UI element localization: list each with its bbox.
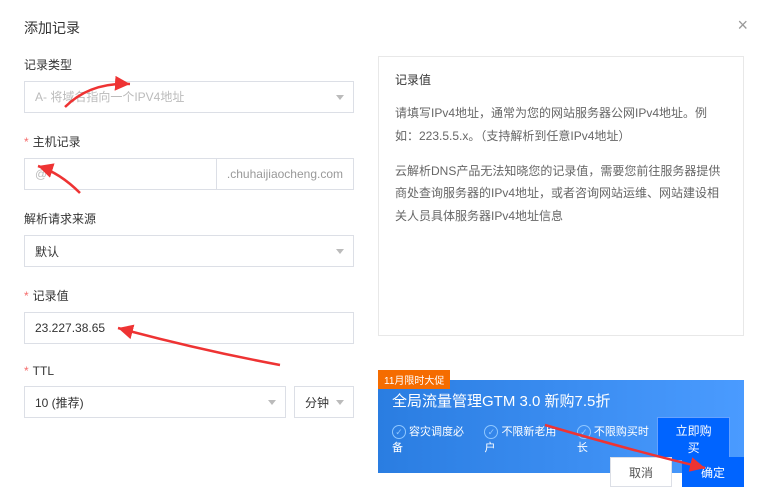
promo-feature-2: 不限新老用户 <box>484 423 564 455</box>
host-record-label: 主机记录 <box>24 133 354 150</box>
cancel-button[interactable]: 取消 <box>610 457 672 487</box>
record-value-input[interactable] <box>24 312 354 344</box>
ttl-unit-select[interactable] <box>294 386 354 418</box>
dialog-title: 添加记录 <box>24 18 744 38</box>
record-type-label: 记录类型 <box>24 56 354 73</box>
request-source-select[interactable] <box>24 235 354 267</box>
help-title: 记录值 <box>395 71 727 88</box>
help-text-2: 云解析DNS产品无法知晓您的记录值，需要您前往服务器提供商处查询服务器的IPv4… <box>395 160 727 228</box>
promo-cta-button[interactable]: 立即购买 <box>657 417 730 461</box>
promo-feature-3: 不限购买时长 <box>577 423 657 455</box>
add-record-dialog: 添加记录 × 记录类型 主机记录 .chuhaijiaocheng.com 解析… <box>0 0 768 501</box>
close-icon[interactable]: × <box>737 16 748 34</box>
request-source-label: 解析请求来源 <box>24 210 354 227</box>
help-text-1: 请填写IPv4地址，通常为您的网站服务器公网IPv4地址。例如：223.5.5.… <box>395 102 727 148</box>
promo-title: 全局流量管理GTM 3.0 新购7.5折 <box>392 390 730 411</box>
help-panel: 记录值 请填写IPv4地址，通常为您的网站服务器公网IPv4地址。例如：223.… <box>378 56 744 336</box>
promo-tag: 11月限时大促 <box>378 370 450 389</box>
promo-feature-1: 容灾调度必备 <box>392 423 472 455</box>
host-record-input[interactable] <box>24 158 217 190</box>
help-column: 记录值 请填写IPv4地址，通常为您的网站服务器公网IPv4地址。例如：223.… <box>378 56 744 473</box>
ttl-label: TTL <box>24 364 354 378</box>
dialog-footer: 取消 确定 <box>610 457 744 487</box>
ttl-select[interactable] <box>24 386 286 418</box>
host-record-suffix: .chuhaijiaocheng.com <box>217 158 354 190</box>
ok-button[interactable]: 确定 <box>682 457 744 487</box>
record-value-label: 记录值 <box>24 287 354 304</box>
form-column: 记录类型 主机记录 .chuhaijiaocheng.com 解析请求来源 <box>24 56 354 473</box>
record-type-select[interactable] <box>24 81 354 113</box>
